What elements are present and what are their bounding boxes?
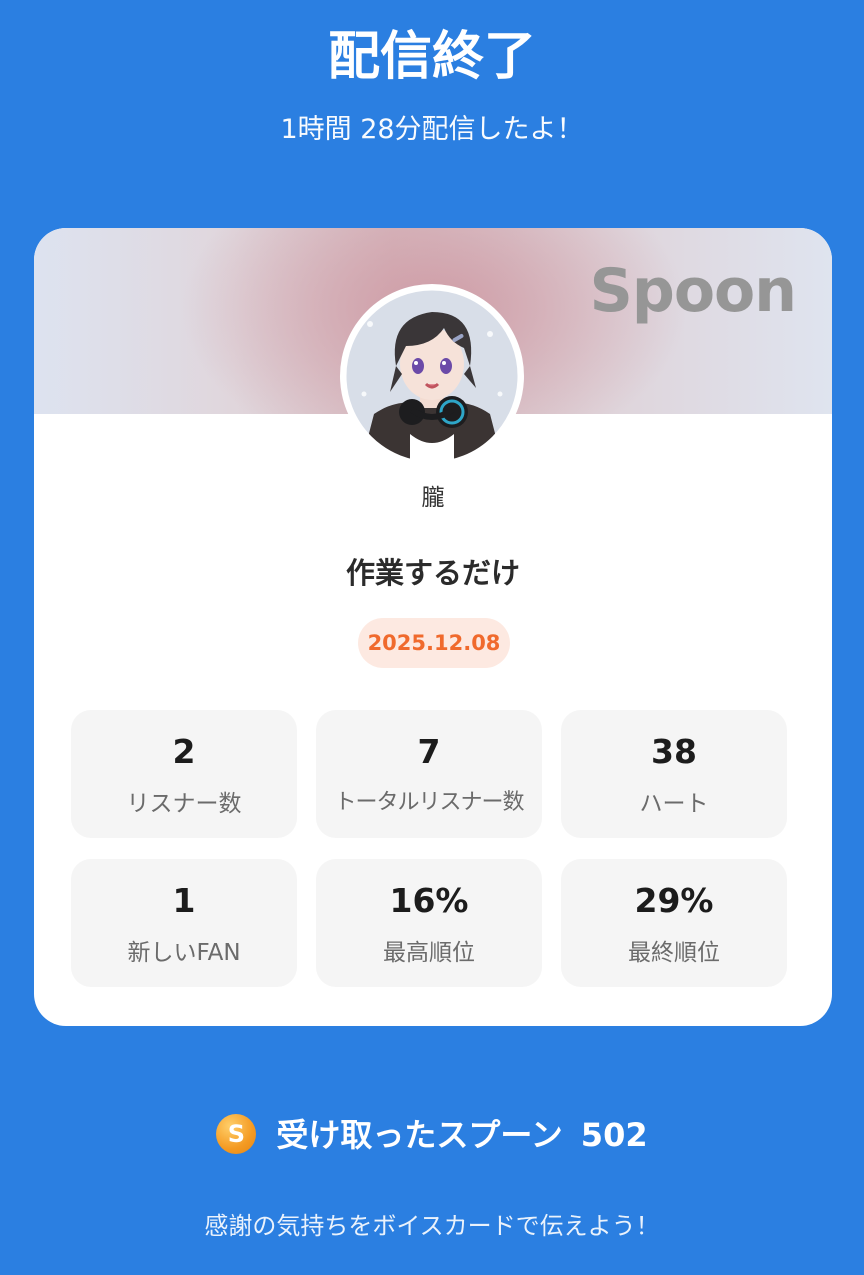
stat-label: 最終順位 bbox=[628, 940, 720, 966]
stat-value: 29% bbox=[634, 881, 714, 920]
avatar-image bbox=[341, 285, 523, 467]
stat-new-fans: 1 新しいFAN bbox=[71, 859, 297, 987]
live-summary-card: Spoon 朧 作業するだけ 2025.12.08 2 リスナー数 7 トータル… bbox=[34, 228, 832, 1026]
page-title: 配信終了 bbox=[327, 27, 536, 87]
stat-label: ハート bbox=[639, 791, 709, 817]
stat-listeners: 2 リスナー数 bbox=[71, 710, 297, 838]
stat-label: 新しいFAN bbox=[127, 940, 241, 966]
date-badge: 2025.12.08 bbox=[358, 618, 510, 668]
voice-card-prompt[interactable]: 感謝の気持ちをボイスカードで伝えよう！ bbox=[0, 1206, 864, 1241]
stat-value: 1 bbox=[172, 881, 196, 920]
live-title: 作業するだけ bbox=[345, 556, 520, 590]
stat-total-listeners: 7 トータルリスナー数 bbox=[316, 710, 542, 838]
stat-label: トータルリスナー数 bbox=[334, 790, 524, 815]
stat-best-rank: 16% 最高順位 bbox=[316, 859, 542, 987]
stat-label: 最高順位 bbox=[383, 940, 475, 966]
stat-value: 38 bbox=[651, 732, 697, 771]
stat-value: 7 bbox=[417, 732, 441, 771]
avatar[interactable] bbox=[340, 284, 524, 468]
stat-value: 2 bbox=[172, 732, 196, 771]
broadcast-duration: 1時間 28分配信したよ！ bbox=[280, 114, 584, 145]
spoon-logo: Spoon bbox=[589, 256, 797, 326]
stat-label: リスナー数 bbox=[126, 791, 242, 817]
stat-hearts: 38 ハート bbox=[561, 710, 787, 838]
stat-value: 16% bbox=[389, 881, 469, 920]
stat-final-rank: 29% 最終順位 bbox=[561, 859, 787, 987]
username: 朧 bbox=[421, 485, 445, 511]
received-spoons-count: 502 bbox=[580, 1116, 648, 1154]
received-spoons-label: 受け取ったスプーン bbox=[276, 1116, 563, 1154]
spoon-coin-icon: S bbox=[216, 1114, 257, 1154]
received-spoons: S 受け取ったスプーン 502 bbox=[0, 1110, 864, 1160]
